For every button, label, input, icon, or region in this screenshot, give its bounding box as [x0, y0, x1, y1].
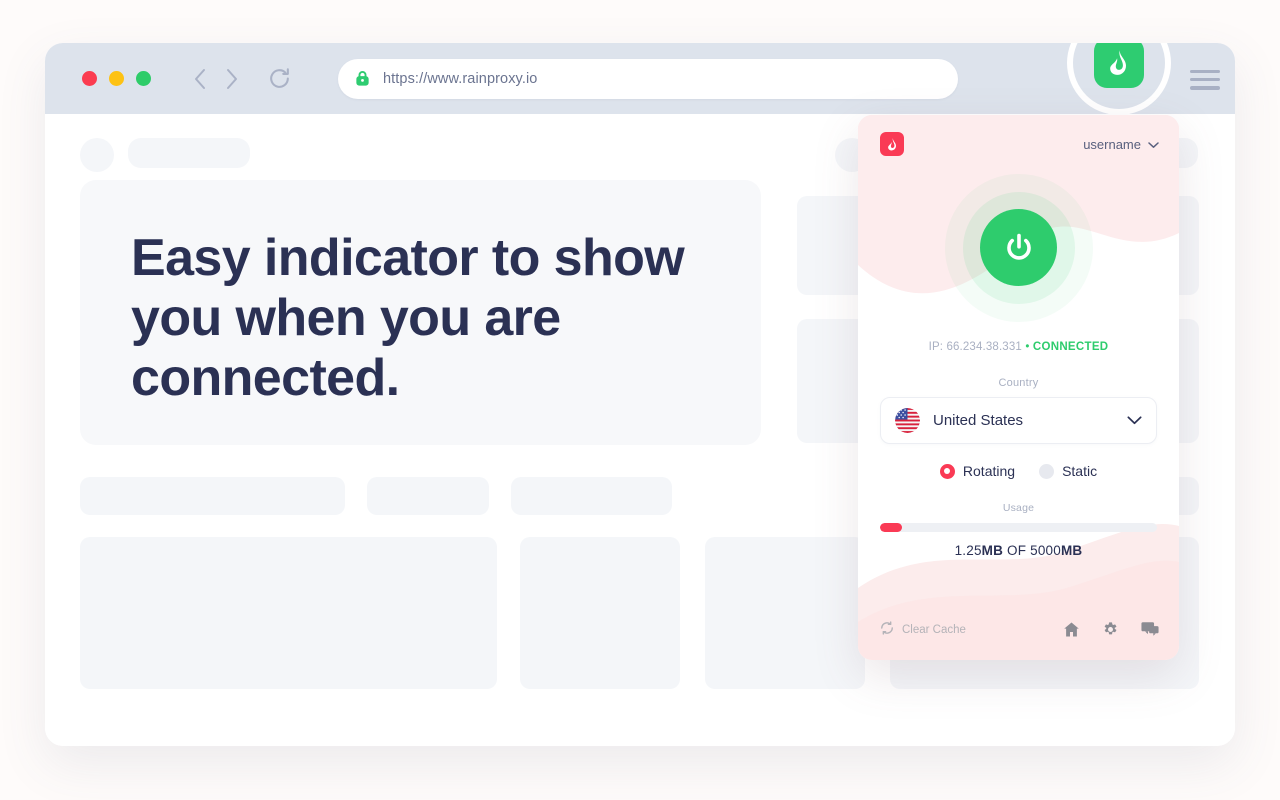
skeleton-bar	[80, 477, 345, 515]
skeleton-bar	[367, 477, 489, 515]
usage-used-value: 1.25	[954, 543, 982, 558]
forward-button[interactable]	[219, 66, 245, 92]
account-menu-button[interactable]: username	[1083, 137, 1159, 152]
connection-status: IP: 66.234.38.331 • CONNECTED	[858, 341, 1179, 353]
radio-static-label: Static	[1062, 463, 1098, 479]
popup-footer: Clear Cache	[858, 621, 1179, 660]
skeleton-avatar	[80, 138, 114, 172]
power-halo-outer	[944, 173, 1093, 322]
lock-icon	[354, 70, 371, 87]
window-traffic-lights	[82, 71, 151, 86]
skeleton-card	[520, 537, 680, 689]
chat-icon[interactable]	[1141, 621, 1159, 638]
hamburger-line	[1190, 70, 1220, 74]
extension-button-highlight	[1067, 43, 1171, 115]
navigation-buttons	[187, 66, 245, 92]
chevron-down-icon	[1127, 412, 1142, 430]
gear-icon[interactable]	[1102, 621, 1119, 638]
usage-total-value: 5000	[1030, 543, 1061, 558]
home-icon[interactable]	[1063, 621, 1080, 638]
status-separator: •	[1025, 341, 1030, 353]
radio-indicator-selected	[939, 463, 955, 479]
country-selected-value: United States	[933, 412, 1024, 429]
proxy-mode-radio-group: Rotating Static	[858, 463, 1179, 479]
back-button[interactable]	[187, 66, 213, 92]
power-icon[interactable]	[980, 209, 1057, 286]
hamburger-line	[1190, 78, 1220, 82]
address-bar[interactable]: https://www.rainproxy.io	[338, 58, 958, 99]
radio-rotating[interactable]: Rotating	[939, 463, 1016, 479]
footer-icon-row	[1063, 621, 1159, 638]
maximize-window-button[interactable]	[136, 71, 151, 86]
address-bar-url[interactable]: https://www.rainproxy.io	[383, 71, 537, 87]
usage-used-unit: MB	[981, 543, 1004, 558]
power-halo-inner	[962, 191, 1075, 304]
usage-progress-bar	[880, 523, 1157, 532]
skeleton-nav-pill	[128, 138, 250, 168]
usage-total-unit: MB	[1060, 543, 1083, 558]
status-badge: CONNECTED	[1032, 341, 1109, 353]
usage-label: Usage	[1002, 502, 1035, 514]
hero-card: Easy indicator to show you when you are …	[80, 180, 761, 445]
close-window-button[interactable]	[82, 71, 97, 86]
radio-indicator	[1039, 463, 1055, 479]
ip-address-label: IP: 66.234.38.331	[928, 341, 1022, 353]
chevron-down-icon	[1148, 137, 1159, 152]
browser-toolbar: https://www.rainproxy.io	[45, 43, 1235, 115]
rainproxy-extension-popup: username IP: 66.234.38.331 • CONNECTED C…	[858, 115, 1179, 660]
skeleton-card	[80, 537, 497, 689]
hamburger-line	[1190, 86, 1220, 90]
rainproxy-drop-icon[interactable]	[880, 132, 904, 156]
radio-rotating-label: Rotating	[962, 463, 1016, 479]
username-label: username	[1083, 136, 1141, 152]
extension-button-backdrop	[1073, 43, 1165, 109]
page-title: Easy indicator to show you when you are …	[131, 229, 685, 407]
minimize-window-button[interactable]	[109, 71, 124, 86]
clear-cache-button[interactable]: Clear Cache	[880, 621, 966, 638]
reload-button[interactable]	[265, 65, 293, 93]
usage-of-word: OF	[1007, 543, 1027, 558]
country-select[interactable]: United States	[880, 397, 1157, 444]
connection-toggle-area	[858, 170, 1179, 325]
popup-header: username	[858, 115, 1179, 156]
rainproxy-drop-icon[interactable]	[1094, 43, 1144, 88]
usage-summary: 1.25MB OF 5000MB	[858, 543, 1179, 558]
usage-progress-fill	[880, 523, 903, 532]
skeleton-card	[705, 537, 865, 689]
radio-static[interactable]: Static	[1039, 463, 1097, 479]
refresh-icon	[880, 621, 894, 638]
skeleton-bar	[511, 477, 672, 515]
country-label: Country	[998, 377, 1039, 389]
hamburger-menu-icon[interactable]	[1190, 70, 1220, 90]
screenshot-canvas: https://www.rainproxy.io Easy indicator …	[0, 0, 1280, 800]
clear-cache-label: Clear Cache	[902, 623, 966, 636]
flag-us-icon	[895, 408, 920, 433]
